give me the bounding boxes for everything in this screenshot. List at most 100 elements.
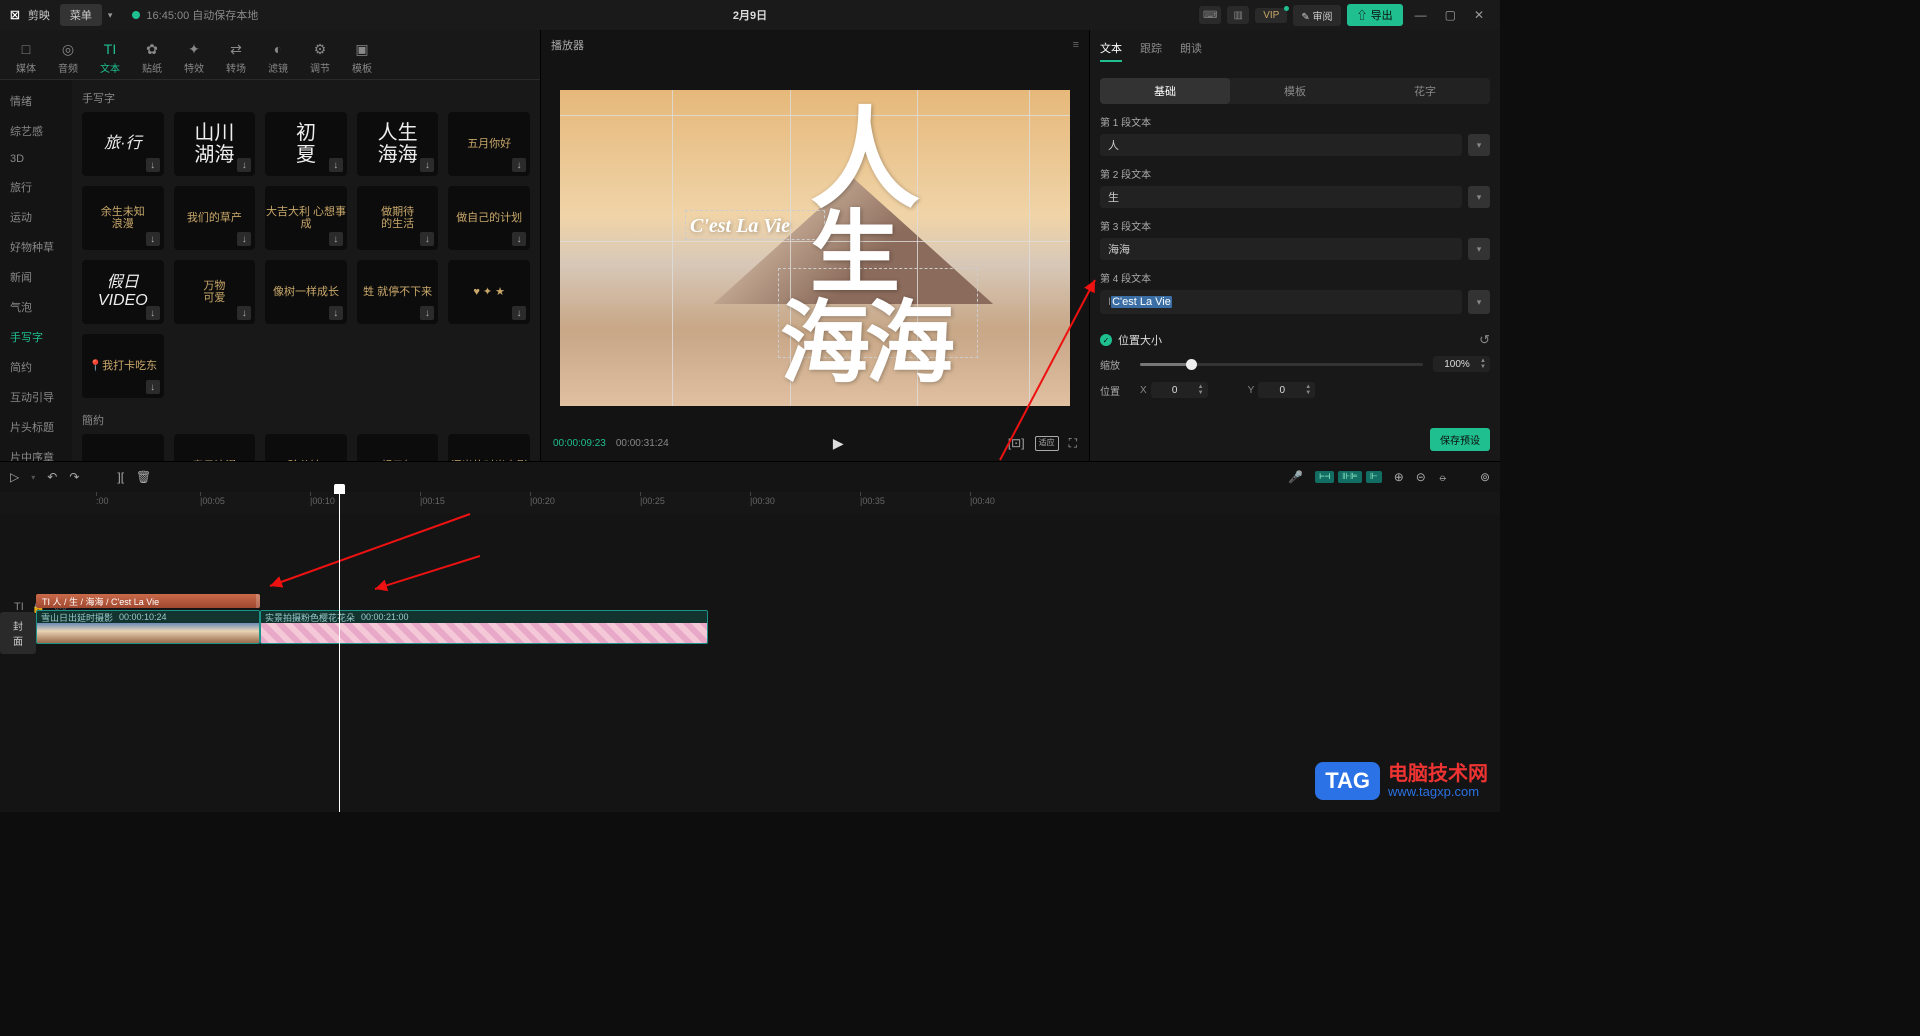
download-icon[interactable]: ↓ xyxy=(146,158,160,172)
style-cell[interactable]: 大吉大利 心想事成↓ xyxy=(265,186,347,250)
download-icon[interactable]: ↓ xyxy=(329,158,343,172)
timeline-ruler[interactable]: :00|00:05|00:10|00:15|00:20|00:25|00:30|… xyxy=(0,492,1500,514)
main-tab-媒体[interactable]: □媒体 xyxy=(10,36,42,79)
rtab-文本[interactable]: 文本 xyxy=(1100,40,1122,62)
maximize-icon[interactable]: ▢ xyxy=(1439,8,1462,22)
main-tab-调节[interactable]: ⚙调节 xyxy=(304,36,336,79)
style-cell[interactable]: 做自己的计划↓ xyxy=(448,186,530,250)
split-icon[interactable]: ][ xyxy=(117,470,124,484)
seg4-input[interactable]: IC'est La Vie xyxy=(1100,290,1462,314)
shortcut-icon[interactable]: ⌨ xyxy=(1199,6,1221,24)
pos-x[interactable]: 0 xyxy=(1155,385,1195,396)
subtab-基础[interactable]: 基础 xyxy=(1100,78,1230,104)
mic-icon[interactable]: 🎤 xyxy=(1288,470,1303,484)
download-icon[interactable]: ↓ xyxy=(329,306,343,320)
download-icon[interactable]: ↓ xyxy=(146,306,160,320)
category-简约[interactable]: 简约 xyxy=(0,352,72,382)
download-icon[interactable]: ↓ xyxy=(420,232,434,246)
seg1-expand[interactable]: ▾ xyxy=(1468,134,1490,156)
category-情绪[interactable]: 情绪 xyxy=(0,86,72,116)
review-button[interactable]: ✎ 审阅 xyxy=(1293,5,1340,26)
style-cell[interactable]: 甡 就停不下来↓ xyxy=(357,260,439,324)
seg4-expand[interactable]: ▾ xyxy=(1468,290,1490,314)
canvas-text-3[interactable]: 海海 xyxy=(780,270,950,400)
snap3[interactable]: ⊩ xyxy=(1366,471,1382,483)
download-icon[interactable]: ↓ xyxy=(329,232,343,246)
subtab-花字[interactable]: 花字 xyxy=(1360,78,1490,104)
download-icon[interactable]: ↓ xyxy=(237,158,251,172)
category-综艺感[interactable]: 综艺感 xyxy=(0,116,72,146)
style-cell[interactable]: 五月你好↓ xyxy=(448,112,530,176)
style-cell[interactable]: 初 夏↓ xyxy=(265,112,347,176)
category-3D[interactable]: 3D xyxy=(0,146,72,172)
download-icon[interactable]: ↓ xyxy=(512,306,526,320)
save-preset-button[interactable]: 保存预设 xyxy=(1430,428,1490,451)
category-片头标题[interactable]: 片头标题 xyxy=(0,412,72,442)
crop-icon[interactable]: [⊡] xyxy=(1008,436,1025,451)
canvas-text-4[interactable]: C'est La Vie xyxy=(690,215,790,238)
subtab-模板[interactable]: 模板 xyxy=(1230,78,1360,104)
style-cell[interactable]: 📍我打卡吃东↓ xyxy=(82,334,164,398)
category-好物种草[interactable]: 好物种草 xyxy=(0,232,72,262)
style-cell[interactable]: 万物 可爱↓ xyxy=(174,260,256,324)
close-icon[interactable]: ✕ xyxy=(1468,8,1490,22)
style-cell[interactable]: 我们的草产↓ xyxy=(174,186,256,250)
pos-y[interactable]: 0 xyxy=(1262,385,1302,396)
style-cell[interactable]: 山川 湖海↓ xyxy=(174,112,256,176)
category-气泡[interactable]: 气泡 xyxy=(0,292,72,322)
preview-menu-icon[interactable]: ≡ xyxy=(1073,39,1079,51)
timeline-body[interactable]: TI 🔒 👁 TI 人 / 生 / 海海 / C'est La Vie 🔒 👁 … xyxy=(0,514,1500,812)
video-clip-1[interactable]: 雪山日出延时摄影00:00:10:24 xyxy=(36,610,260,644)
tl-settings-icon[interactable]: ⊝ xyxy=(1416,470,1426,484)
style-cell[interactable]: 假日 VIDEO↓ xyxy=(82,260,164,324)
style-cell[interactable]: ♥ ✦ ★↓ xyxy=(448,260,530,324)
main-tab-音频[interactable]: ◎音频 xyxy=(52,36,84,79)
style-cell[interactable]: 人生 海海↓ xyxy=(357,112,439,176)
download-icon[interactable]: ↓ xyxy=(512,158,526,172)
pos-y-stepper[interactable]: ▲▼ xyxy=(1305,384,1311,396)
download-icon[interactable]: ↓ xyxy=(420,158,434,172)
cover-button[interactable]: 封面 xyxy=(0,612,36,654)
style-cell[interactable]: ↓ xyxy=(82,434,164,461)
download-icon[interactable]: ↓ xyxy=(146,380,160,394)
style-cell[interactable]: 旅·行↓ xyxy=(82,112,164,176)
play-button[interactable]: ▶ xyxy=(833,435,844,452)
undo-icon[interactable]: ↶ xyxy=(47,470,57,484)
main-tab-特效[interactable]: ✦特效 xyxy=(178,36,210,79)
style-cell[interactable]: 像树一样成长↓ xyxy=(265,260,347,324)
rtab-跟踪[interactable]: 跟踪 xyxy=(1140,40,1162,62)
align-icon[interactable]: ⊕ xyxy=(1394,470,1404,484)
reset-icon[interactable]: ↺ xyxy=(1479,332,1490,348)
download-icon[interactable]: ↓ xyxy=(420,306,434,320)
scale-stepper[interactable]: ▲▼ xyxy=(1480,358,1486,370)
main-tab-滤镜[interactable]: ◐滤镜 xyxy=(262,36,294,79)
scale-slider[interactable] xyxy=(1140,363,1423,366)
main-tab-文本[interactable]: TI文本 xyxy=(94,36,126,79)
category-新闻[interactable]: 新闻 xyxy=(0,262,72,292)
fullscreen-icon[interactable]: ⛶ xyxy=(1069,436,1077,451)
video-clip-2[interactable]: 实景拍摄粉色樱花花朵00:00:21:00 xyxy=(260,610,708,644)
style-cell[interactable]: 闪光的时光电影↓ xyxy=(448,434,530,461)
snap2[interactable]: ⊪⊫ xyxy=(1338,471,1362,483)
style-cell[interactable]: 做期待 的生活↓ xyxy=(357,186,439,250)
rtab-朗读[interactable]: 朗读 xyxy=(1180,40,1202,62)
vip-badge[interactable]: VIP xyxy=(1255,8,1287,23)
snap1[interactable]: ⊢⊣ xyxy=(1315,471,1334,483)
style-cell[interactable]: 春日浪漫↓ xyxy=(174,434,256,461)
seg2-input[interactable] xyxy=(1100,186,1462,208)
redo-icon[interactable]: ↷ xyxy=(69,470,79,484)
selection-tool-icon[interactable]: ▷ xyxy=(10,470,19,484)
pos-x-stepper[interactable]: ▲▼ xyxy=(1198,384,1204,396)
download-icon[interactable]: ↓ xyxy=(237,232,251,246)
fit-icon[interactable]: ⊚ xyxy=(1480,470,1490,484)
layout-icon[interactable]: ▥ xyxy=(1227,6,1249,24)
category-手写字[interactable]: 手写字 xyxy=(0,322,72,352)
download-icon[interactable]: ↓ xyxy=(512,232,526,246)
seg2-expand[interactable]: ▾ xyxy=(1468,186,1490,208)
playhead[interactable] xyxy=(339,492,340,812)
category-旅行[interactable]: 旅行 xyxy=(0,172,72,202)
ratio-button[interactable]: 适应 xyxy=(1035,436,1059,451)
main-tab-转场[interactable]: ⇄转场 xyxy=(220,36,252,79)
main-tab-贴纸[interactable]: ✿贴纸 xyxy=(136,36,168,79)
chevron-down-icon[interactable]: ▾ xyxy=(108,10,113,21)
